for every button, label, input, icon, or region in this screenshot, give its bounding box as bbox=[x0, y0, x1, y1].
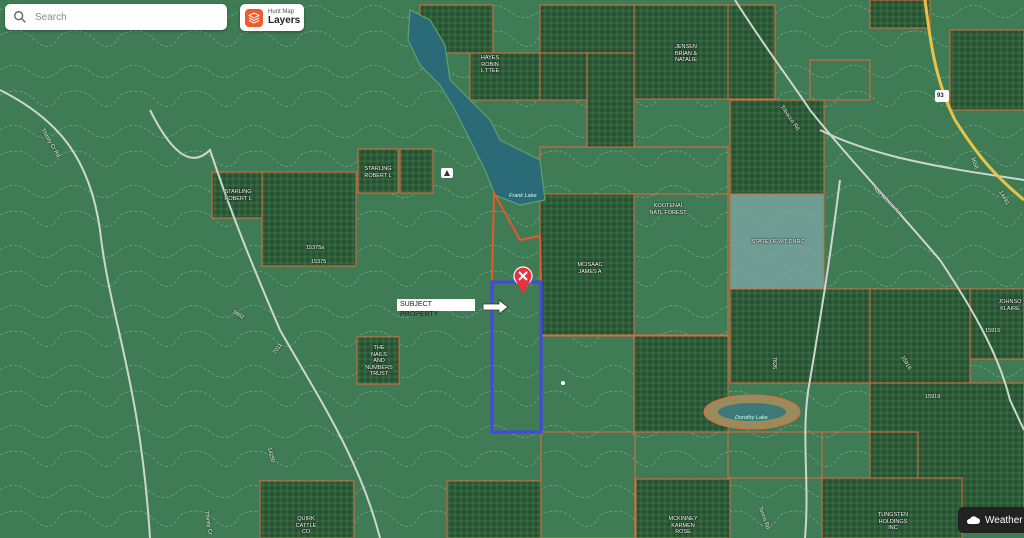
road-label-15375: 15375 bbox=[311, 259, 327, 265]
water-label-dorothy-lake: Dorothy Lake bbox=[735, 415, 768, 421]
parcel-label-johnson: JOHNSO KLAIRE bbox=[998, 299, 1022, 312]
search-input[interactable] bbox=[33, 10, 217, 24]
parcel-label-nails: THE NAILS AND NUMBERS TRUST bbox=[365, 345, 393, 377]
parcel-label-mcisaac: MCISAAC JAMES A bbox=[577, 262, 603, 275]
road-label-15915: 15915 bbox=[985, 328, 1001, 334]
road-label-15375a: 15375a bbox=[306, 245, 325, 251]
parcel-label-state: STATE OF MT DNRC bbox=[751, 239, 805, 245]
parcel-label-jensen: JENSEN BRIAN & NATALIE bbox=[674, 44, 698, 63]
search-bar[interactable] bbox=[5, 4, 227, 30]
parcel-label-tungsten: TUNGSTEN HOLDINGS INC bbox=[877, 512, 909, 531]
camp-icon[interactable] bbox=[441, 168, 453, 178]
highway-93-label: 93 bbox=[937, 93, 944, 99]
map-marker-dot bbox=[561, 381, 565, 385]
search-icon bbox=[14, 11, 26, 23]
parcel-label-starling-2: STARLING ROBERT L bbox=[224, 189, 252, 202]
layers-label: Layers bbox=[268, 15, 301, 26]
road-label-7826: 7826 bbox=[771, 356, 778, 370]
cloud-icon bbox=[966, 516, 980, 524]
layers-button[interactable]: Hunt Map Layers bbox=[240, 4, 304, 31]
weather-button[interactable]: Weather bbox=[958, 507, 1024, 533]
satellite-map[interactable] bbox=[0, 0, 1024, 538]
road-label-15919: 15919 bbox=[925, 394, 941, 400]
subject-property-label: SUBJECT PROPERTY bbox=[397, 299, 475, 318]
parcel-label-quirk: QUIRK CATTLE CO bbox=[295, 516, 317, 535]
parcel-label-starling-1: STARLING ROBERT L bbox=[364, 166, 392, 179]
parcel-label-hayes: HAYES ROBIN L TTEE bbox=[480, 55, 500, 74]
parcel-label-mckinney: MCKINNEY KARMEN ROSE bbox=[668, 516, 698, 535]
water-label-frank-lake: Frank Lake bbox=[509, 193, 537, 199]
weather-label: Weather bbox=[985, 514, 1023, 526]
parcel-label-kootenai: KOOTENAI NATL FOREST bbox=[649, 203, 687, 216]
layers-icon bbox=[245, 8, 263, 27]
